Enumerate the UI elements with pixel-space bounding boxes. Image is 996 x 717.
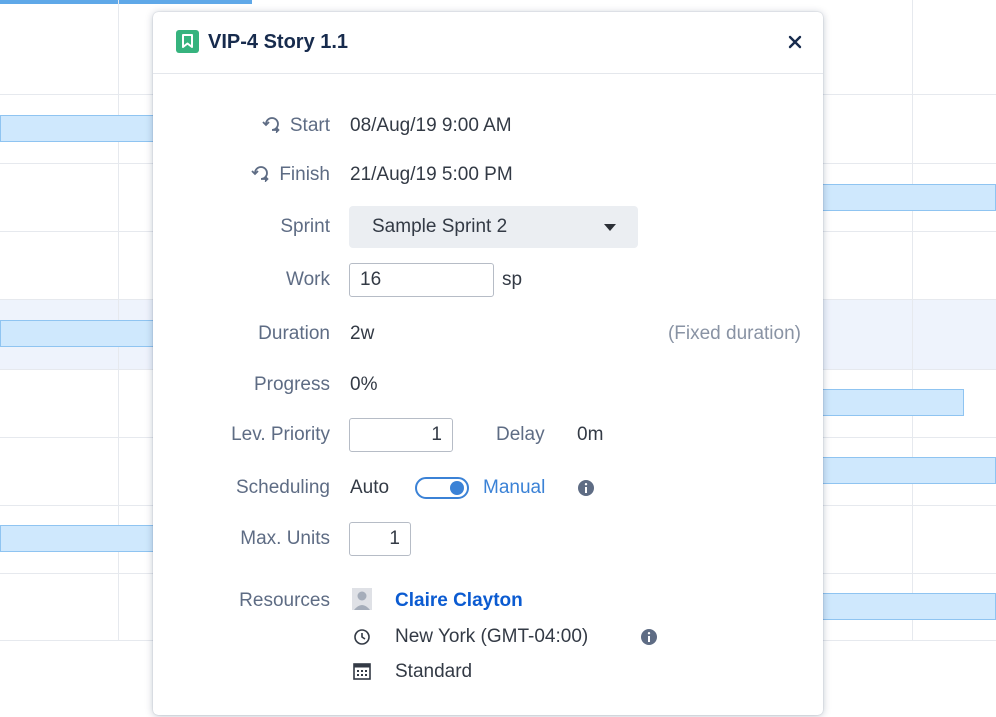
work-input[interactable] — [349, 263, 494, 297]
bookmark-icon — [176, 30, 199, 53]
max-units-row: Max. Units — [153, 522, 823, 562]
task-details-dialog: VIP-4 Story 1.1 Start 08/Aug/19 9:00 AM … — [153, 12, 823, 715]
finish-row: Finish 21/Aug/19 5:00 PM — [153, 155, 823, 195]
duration-value[interactable]: 2w — [350, 314, 374, 354]
progress-value[interactable]: 0% — [350, 365, 377, 405]
gantt-gridline — [912, 0, 913, 640]
dialog-title: VIP-4 Story 1.1 — [208, 31, 349, 53]
delay-label: Delay — [496, 424, 545, 445]
gantt-bar[interactable] — [0, 115, 160, 142]
scheduling-auto-label[interactable]: Auto — [350, 468, 389, 508]
max-units-input[interactable] — [349, 522, 411, 556]
scheduling-manual-label[interactable]: Manual — [483, 468, 545, 508]
close-button[interactable] — [785, 32, 805, 52]
resources-label: Resources — [239, 590, 330, 611]
finish-label: Finish — [251, 155, 330, 195]
close-icon[interactable] — [785, 32, 805, 52]
gantt-bar[interactable] — [815, 184, 996, 211]
resource-timezone: New York (GMT-04:00) — [395, 626, 589, 647]
resource-timezone-row: New York (GMT-04:00) — [153, 617, 823, 657]
work-unit: sp — [502, 269, 523, 290]
cycle-arrow-icon — [262, 117, 280, 133]
duration-row: Duration 2w (Fixed duration) — [153, 314, 823, 354]
delay-value[interactable]: 0m — [577, 418, 603, 452]
info-icon[interactable] — [577, 479, 595, 497]
gantt-top-accent — [0, 0, 252, 4]
work-row: Work sp — [153, 263, 823, 303]
gantt-bar[interactable] — [0, 525, 160, 552]
start-value[interactable]: 08/Aug/19 9:00 AM — [350, 106, 512, 146]
gantt-bar[interactable] — [815, 389, 964, 416]
work-label: Work — [286, 269, 330, 290]
sprint-row: Sprint Sample Sprint 2 — [153, 206, 823, 248]
fixed-duration-note: (Fixed duration) — [667, 323, 801, 344]
priority-label: Lev. Priority — [231, 424, 330, 445]
resource-calendar-row: Standard — [153, 652, 823, 692]
avatar-placeholder-icon — [352, 588, 372, 610]
caret-down-icon — [604, 224, 616, 231]
duration-label: Duration — [258, 323, 330, 344]
max-units-label: Max. Units — [240, 528, 330, 549]
resource-calendar[interactable]: Standard — [395, 652, 472, 692]
gantt-bar[interactable] — [0, 320, 160, 347]
resource-name[interactable]: Claire Clayton — [395, 581, 523, 621]
start-label-text: Start — [289, 115, 330, 136]
cycle-arrow-icon — [251, 166, 270, 182]
start-label: Start — [262, 106, 330, 146]
sprint-select-value: Sample Sprint 2 — [372, 216, 508, 237]
finish-value[interactable]: 21/Aug/19 5:00 PM — [350, 155, 513, 195]
gantt-bar[interactable] — [815, 457, 996, 484]
scheduling-label: Scheduling — [235, 477, 330, 498]
progress-label: Progress — [253, 374, 330, 395]
clock-icon — [354, 629, 370, 645]
info-icon[interactable] — [640, 628, 658, 646]
start-row: Start 08/Aug/19 9:00 AM — [153, 106, 823, 146]
priority-row: Lev. Priority Delay 0m — [153, 418, 823, 458]
gantt-bar[interactable] — [815, 593, 996, 620]
sprint-label: Sprint — [280, 216, 330, 237]
progress-row: Progress 0% — [153, 365, 823, 405]
scheduling-row: Scheduling Auto Manual — [153, 468, 823, 508]
calendar-icon — [353, 663, 371, 680]
finish-label-text: Finish — [279, 164, 330, 185]
priority-input[interactable] — [349, 418, 453, 452]
scheduling-toggle[interactable] — [415, 477, 469, 499]
resources-row: Resources Claire Clayton — [153, 581, 823, 621]
sprint-select[interactable]: Sample Sprint 2 — [349, 206, 638, 248]
dialog-header: VIP-4 Story 1.1 — [153, 12, 823, 74]
toggle-knob — [450, 481, 464, 495]
